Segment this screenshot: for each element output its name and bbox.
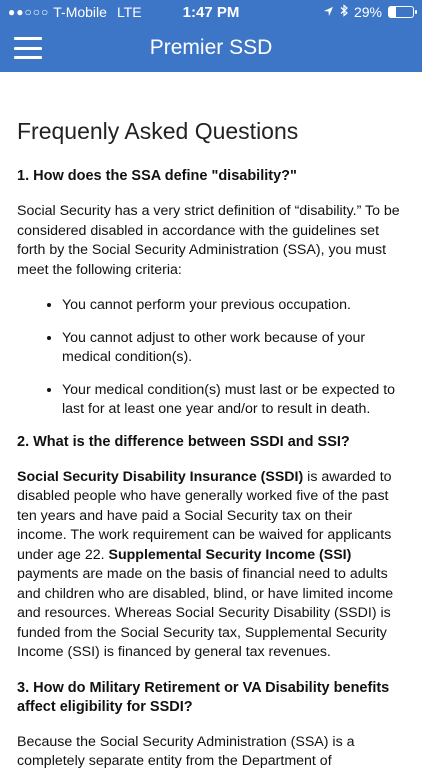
faq-content[interactable]: Frequenly Asked Questions 1. How does th… bbox=[0, 72, 422, 772]
ssi-term: Supplemental Security Income (SSI) bbox=[108, 546, 352, 563]
page-title: Frequenly Asked Questions bbox=[17, 118, 299, 144]
bluetooth-icon bbox=[340, 4, 348, 20]
network-type: LTE bbox=[116, 4, 142, 20]
battery-level-fill bbox=[389, 7, 396, 17]
criteria-list: You cannot perform your previous occupat… bbox=[17, 296, 405, 420]
navigation-bar: Premier SSD bbox=[0, 24, 422, 72]
app-header: ●●○○○ T-Mobile LTE 1:47 PM 29% Premier S… bbox=[0, 0, 422, 72]
faq-answer-3: Because the Social Security Administrati… bbox=[17, 733, 355, 770]
faq-question-3: 3. How do Military Retirement or VA Disa… bbox=[17, 679, 390, 715]
faq-answer-2: Social Security Disability Insurance (SS… bbox=[17, 468, 405, 663]
status-right: 29% bbox=[323, 4, 417, 20]
faq-question-2: 2. What is the difference between SSDI a… bbox=[17, 433, 350, 450]
status-left: ●●○○○ T-Mobile LTE bbox=[8, 4, 142, 20]
status-bar: ●●○○○ T-Mobile LTE 1:47 PM 29% bbox=[0, 0, 422, 24]
location-arrow-icon bbox=[323, 4, 334, 20]
faq-answer-1: Social Security has a very strict defini… bbox=[17, 203, 400, 278]
list-item: You cannot adjust to other work because … bbox=[62, 329, 405, 368]
signal-strength-icon: ●●○○○ bbox=[8, 5, 50, 19]
list-item: Your medical condition(s) must last or b… bbox=[62, 381, 405, 420]
app-title: Premier SSD bbox=[149, 36, 273, 59]
ssdi-term: Social Security Disability Insurance (SS… bbox=[17, 468, 304, 485]
carrier-name: T-Mobile bbox=[53, 4, 107, 20]
ssi-description: payments are made on the basis of financ… bbox=[17, 566, 394, 660]
battery-icon bbox=[388, 6, 417, 18]
battery-percent: 29% bbox=[353, 4, 382, 20]
faq-question-1: 1. How does the SSA define "disability?" bbox=[17, 168, 297, 184]
hamburger-menu-icon[interactable] bbox=[14, 37, 42, 59]
list-item: You cannot perform your previous occupat… bbox=[62, 296, 405, 316]
